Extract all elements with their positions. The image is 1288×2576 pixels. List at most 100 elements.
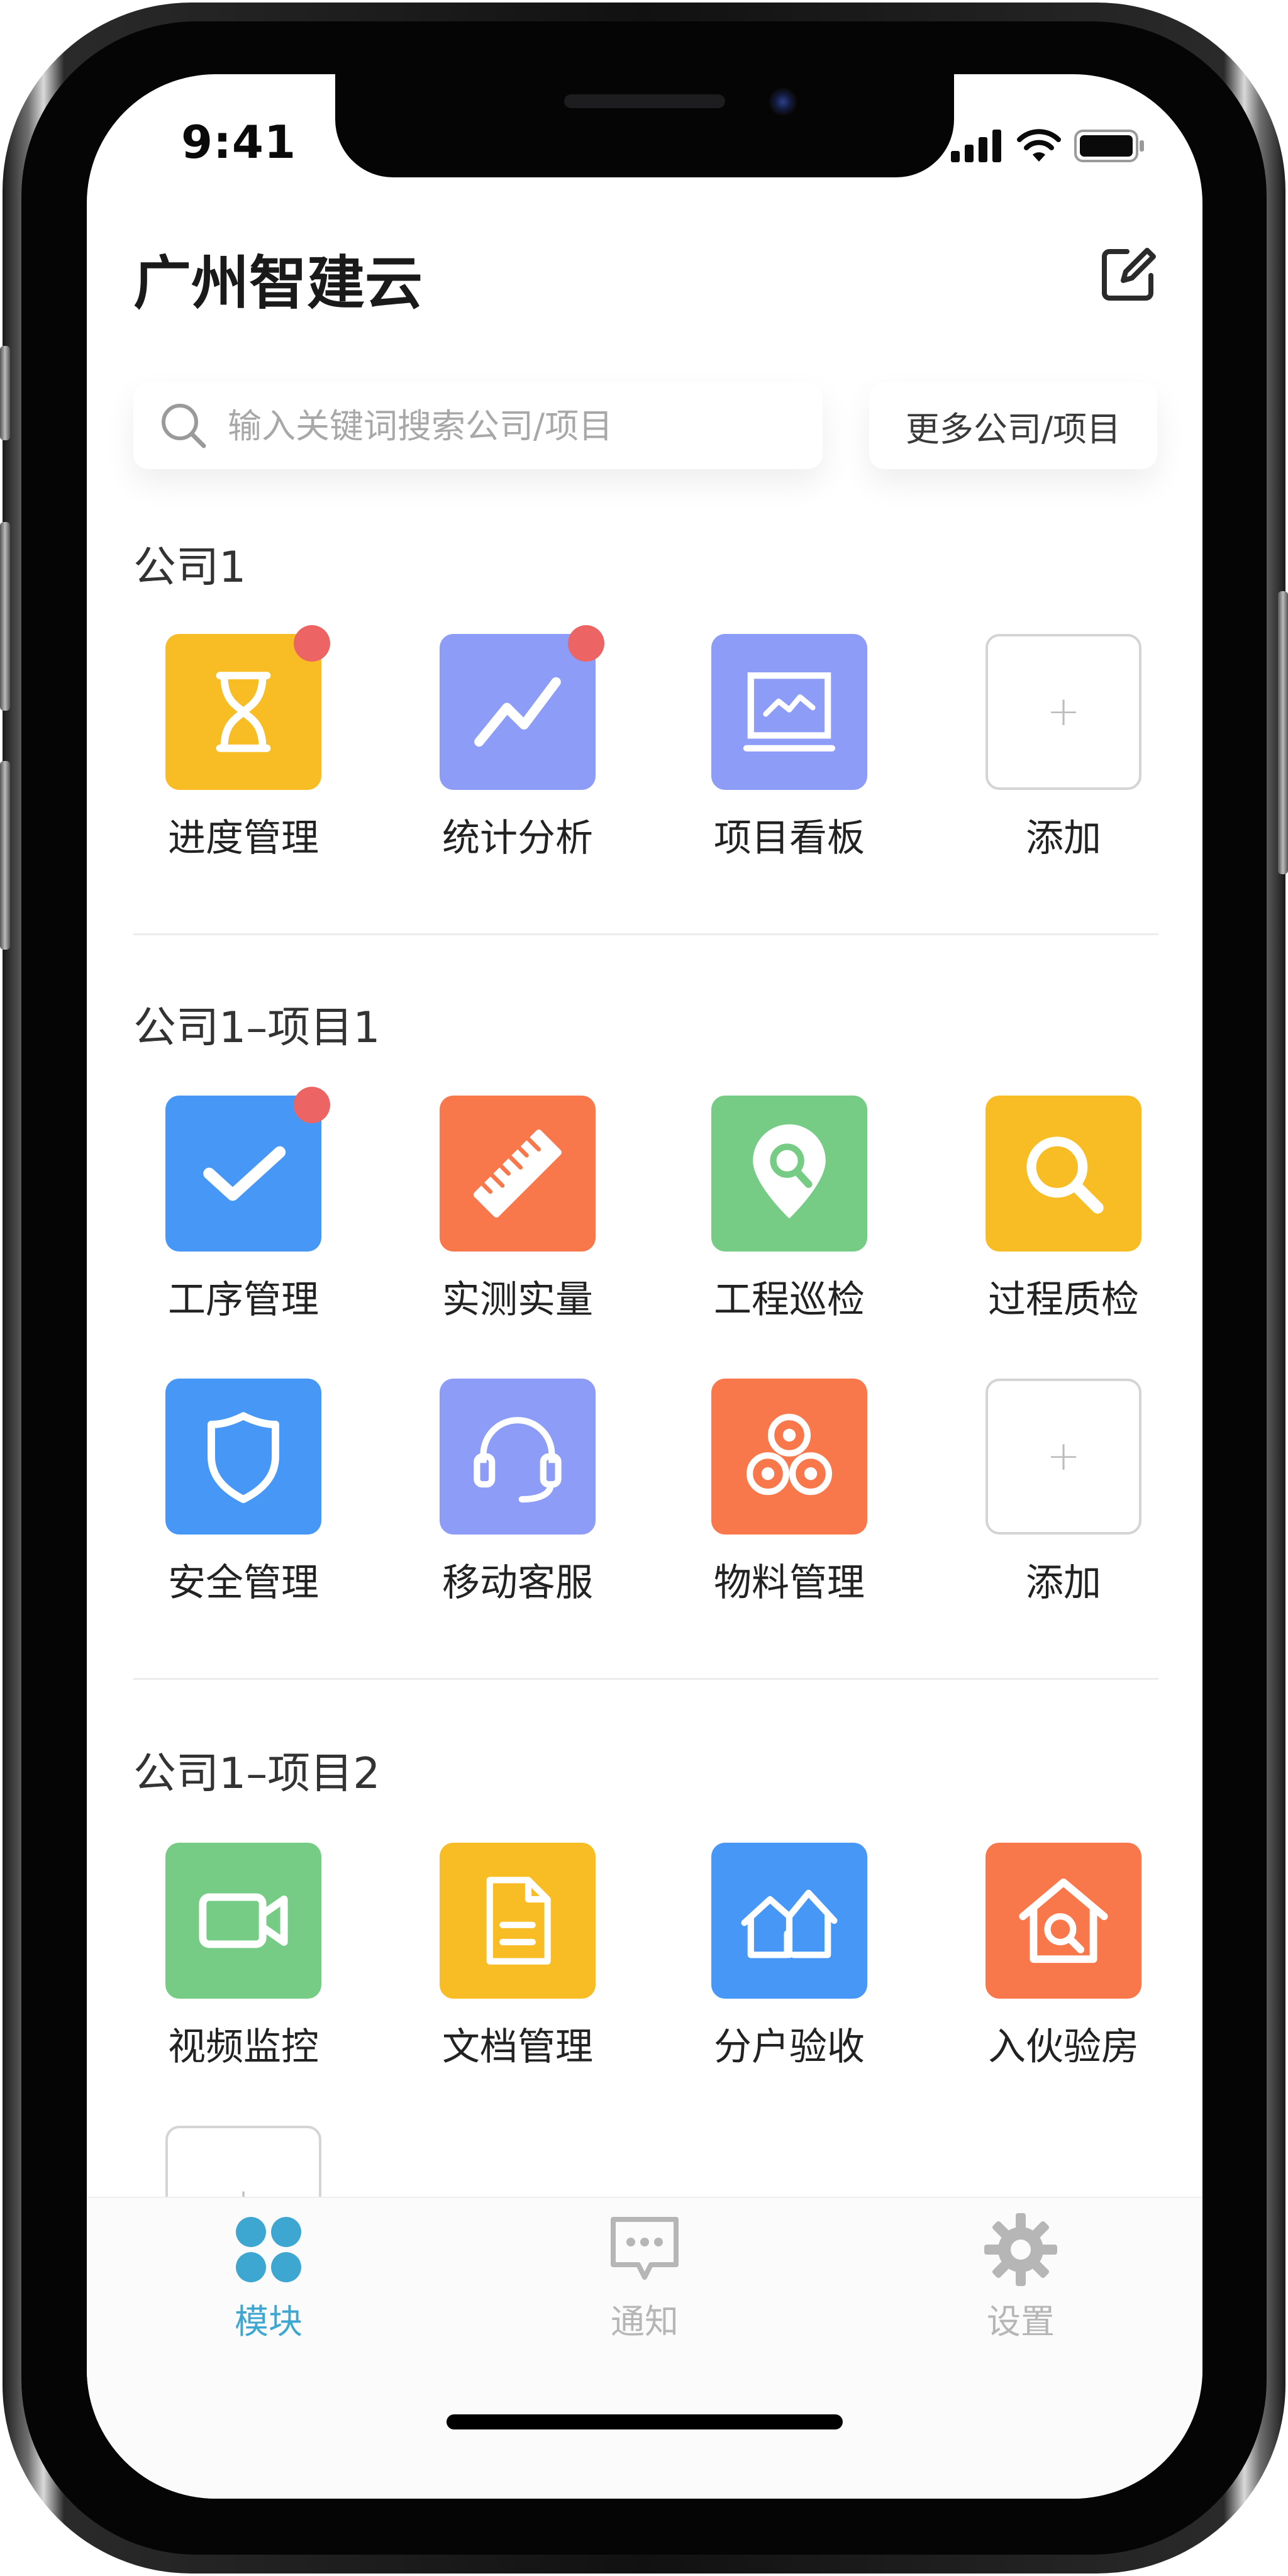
chat-bubble-icon bbox=[611, 2217, 679, 2280]
tile-inspection[interactable]: 工程巡检 bbox=[698, 1096, 880, 1324]
search-bar[interactable] bbox=[133, 382, 823, 469]
tile-move-in-inspection[interactable]: 入伙验房 bbox=[972, 1843, 1155, 2071]
trend-line-icon bbox=[474, 677, 561, 747]
tab-settings[interactable]: 设置 bbox=[939, 2212, 1102, 2343]
add-box: + bbox=[985, 634, 1141, 790]
quality-check-icon-box bbox=[985, 1096, 1141, 1252]
material-rolls-icon bbox=[747, 1414, 832, 1496]
tile-label: 工程巡检 bbox=[714, 1278, 865, 1322]
tile-label: 过程质检 bbox=[988, 1278, 1139, 1322]
tile-label: 项目看板 bbox=[714, 816, 865, 860]
notification-badge bbox=[294, 625, 330, 662]
battery-icon bbox=[1074, 130, 1144, 162]
tile-add-project1[interactable]: + 添加 bbox=[972, 1379, 1155, 1607]
document-icon bbox=[486, 1877, 551, 1965]
tile-label: 实测实量 bbox=[442, 1278, 593, 1322]
magnifier-icon bbox=[1026, 1136, 1104, 1214]
safety-management-icon-box bbox=[165, 1379, 321, 1535]
app-screen: 9:41 广州智建云 更多公司/项 bbox=[87, 74, 1202, 2499]
status-time: 9:41 bbox=[181, 116, 297, 169]
measurement-icon-box bbox=[440, 1096, 596, 1252]
tile-quality-check[interactable]: 过程质检 bbox=[972, 1096, 1155, 1324]
page-title: 广州智建云 bbox=[133, 250, 423, 317]
tab-label: 通知 bbox=[611, 2302, 679, 2341]
wifi-icon bbox=[1017, 129, 1061, 162]
houses-icon bbox=[741, 1889, 838, 1958]
progress-management-icon-box bbox=[165, 625, 330, 790]
power-button bbox=[1278, 591, 1288, 874]
silent-switch bbox=[0, 346, 10, 440]
section-title-company1-project2: 公司1–项目2 bbox=[133, 1749, 380, 1799]
speaker-grille bbox=[564, 94, 725, 108]
home-indicator[interactable] bbox=[447, 2414, 843, 2429]
section-title-company1-project1: 公司1–项目1 bbox=[133, 1003, 380, 1053]
move-in-inspection-icon-box bbox=[985, 1843, 1141, 1999]
project-board-icon-box bbox=[711, 634, 867, 790]
tile-household-acceptance[interactable]: 分户验收 bbox=[698, 1843, 880, 2071]
tab-notifications[interactable]: 通知 bbox=[563, 2212, 726, 2343]
tile-label: 工序管理 bbox=[168, 1278, 319, 1322]
video-camera-icon bbox=[199, 1893, 288, 1948]
tab-label: 设置 bbox=[987, 2302, 1055, 2341]
gear-icon bbox=[984, 2213, 1057, 2286]
status-icons bbox=[951, 127, 1145, 165]
bottom-tab-bar: 模块 通知 设置 bbox=[87, 2197, 1202, 2499]
tile-label: 进度管理 bbox=[168, 816, 319, 860]
grid-dots-icon bbox=[236, 2217, 301, 2282]
section-divider bbox=[133, 933, 1158, 935]
search-icon bbox=[162, 404, 206, 448]
tile-label: 移动客服 bbox=[442, 1561, 593, 1605]
notch bbox=[335, 74, 954, 177]
ruler-icon bbox=[473, 1129, 562, 1218]
tile-label: 安全管理 bbox=[168, 1561, 319, 1605]
checkmark-icon bbox=[203, 1146, 286, 1201]
tile-add-company1[interactable]: + 添加 bbox=[972, 634, 1155, 862]
notification-badge bbox=[568, 625, 604, 662]
tile-label: 入伙验房 bbox=[988, 2025, 1139, 2069]
tile-project-board[interactable]: 项目看板 bbox=[698, 634, 880, 862]
search-input[interactable] bbox=[228, 406, 794, 446]
monitor-chart-icon bbox=[743, 672, 836, 752]
plus-icon: + bbox=[1046, 1433, 1080, 1480]
material-management-icon-box bbox=[711, 1379, 867, 1535]
edit-button[interactable] bbox=[1098, 244, 1158, 304]
process-management-icon-box bbox=[165, 1087, 330, 1252]
tile-label: 视频监控 bbox=[168, 2025, 319, 2069]
section-divider bbox=[133, 1678, 1158, 1680]
hourglass-icon bbox=[216, 672, 271, 752]
household-acceptance-icon-box bbox=[711, 1843, 867, 1999]
headset-icon bbox=[474, 1417, 562, 1503]
volume-down-button bbox=[0, 761, 10, 950]
inspection-icon-box bbox=[711, 1096, 867, 1252]
tile-customer-service[interactable]: 移动客服 bbox=[426, 1379, 609, 1607]
document-management-icon-box bbox=[440, 1843, 596, 1999]
section-title-company1: 公司1 bbox=[133, 543, 247, 592]
tile-progress-management[interactable]: 进度管理 bbox=[152, 625, 335, 862]
cellular-signal-icon bbox=[951, 130, 1001, 162]
add-box: + bbox=[985, 1379, 1141, 1535]
tile-label: 统计分析 bbox=[442, 816, 593, 860]
tile-label: 文档管理 bbox=[442, 2025, 593, 2069]
tile-process-management[interactable]: 工序管理 bbox=[152, 1087, 335, 1324]
tile-label: 物料管理 bbox=[714, 1561, 865, 1605]
tile-document-management[interactable]: 文档管理 bbox=[426, 1843, 609, 2071]
volume-up-button bbox=[0, 522, 10, 711]
plus-icon: + bbox=[1046, 689, 1080, 735]
customer-service-icon-box bbox=[440, 1379, 596, 1535]
notification-badge bbox=[294, 1087, 330, 1123]
tile-label: 添加 bbox=[1026, 1561, 1101, 1605]
tile-safety-management[interactable]: 安全管理 bbox=[152, 1379, 335, 1607]
tile-video-monitoring[interactable]: 视频监控 bbox=[152, 1843, 335, 2071]
statistics-icon-box bbox=[440, 625, 604, 790]
shield-icon bbox=[208, 1412, 279, 1503]
tile-measurement[interactable]: 实测实量 bbox=[426, 1096, 609, 1324]
map-pin-search-icon bbox=[753, 1124, 826, 1219]
tile-material-management[interactable]: 物料管理 bbox=[698, 1379, 880, 1607]
tile-label: 添加 bbox=[1026, 816, 1101, 860]
tile-statistics[interactable]: 统计分析 bbox=[426, 625, 609, 862]
house-search-icon bbox=[1019, 1878, 1108, 1963]
tile-label: 分户验收 bbox=[714, 2025, 865, 2069]
more-companies-button[interactable]: 更多公司/项目 bbox=[869, 382, 1157, 469]
tab-modules[interactable]: 模块 bbox=[187, 2212, 350, 2343]
tab-label: 模块 bbox=[235, 2302, 303, 2341]
